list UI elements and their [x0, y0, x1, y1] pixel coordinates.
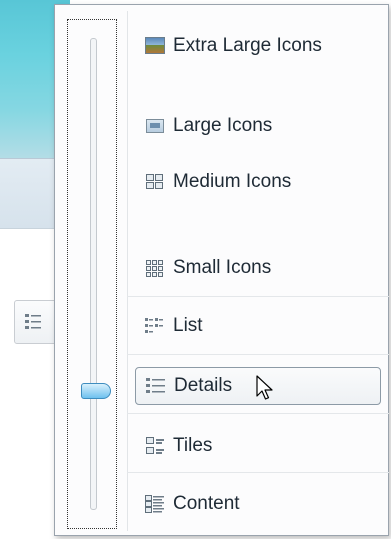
mouse-pointer-icon: [256, 375, 276, 408]
menu-item-extra-large-icons[interactable]: Extra Large Icons: [135, 27, 381, 65]
menu-item-label: Medium Icons: [173, 171, 292, 192]
menu-item-large-icons[interactable]: Large Icons: [135, 107, 381, 145]
menu-item-list[interactable]: List: [135, 307, 381, 345]
medium-icons-icon: [145, 173, 167, 191]
details-icon: [146, 377, 168, 395]
view-menu: Extra Large Icons Large Icons Medium Ico…: [54, 4, 389, 536]
extra-large-icons-icon: [145, 37, 167, 55]
menu-item-medium-icons[interactable]: Medium Icons: [135, 163, 381, 201]
menu-item-label: List: [173, 315, 203, 336]
menu-item-label: Details: [174, 375, 233, 396]
menu-item-label: Small Icons: [173, 257, 272, 278]
menu-separator: [127, 354, 389, 355]
list-icon: [145, 317, 167, 335]
menu-item-small-icons[interactable]: Small Icons: [135, 249, 381, 287]
tiles-icon: [145, 437, 167, 455]
menu-separator: [127, 472, 389, 473]
column-divider: [127, 11, 128, 531]
menu-item-label: Large Icons: [173, 115, 273, 136]
menu-item-content[interactable]: Content: [135, 485, 381, 523]
slider-thumb[interactable]: [81, 383, 111, 399]
content-icon: [145, 495, 167, 513]
views-icon: [25, 313, 41, 336]
menu-item-label: Content: [173, 493, 240, 514]
menu-item-label: Extra Large Icons: [173, 35, 322, 56]
small-icons-icon: [145, 259, 167, 277]
menu-item-label: Tiles: [173, 435, 213, 456]
menu-separator: [127, 296, 389, 297]
large-icons-icon: [145, 117, 167, 135]
menu-separator: [127, 413, 389, 414]
menu-item-tiles[interactable]: Tiles: [135, 427, 381, 465]
view-slider[interactable]: [67, 19, 117, 529]
slider-track[interactable]: [90, 38, 97, 510]
